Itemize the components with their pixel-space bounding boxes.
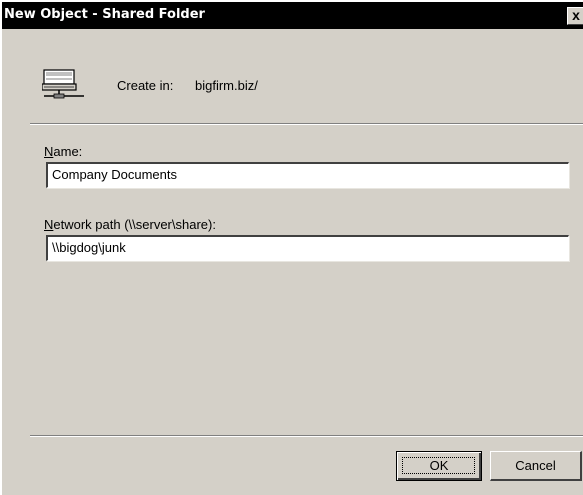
- name-label-text: ame:: [53, 144, 83, 159]
- network-path-input[interactable]: \\bigdog\junk: [46, 235, 569, 261]
- network-server-icon: [42, 69, 84, 99]
- window-title: New Object - Shared Folder: [4, 7, 205, 22]
- create-in-label: Create in:: [117, 78, 174, 93]
- name-input[interactable]: Company Documents: [46, 162, 569, 188]
- ok-button-label: OK: [429, 458, 449, 473]
- ok-button[interactable]: OK: [396, 451, 482, 481]
- name-label: Name:: [44, 144, 82, 159]
- cancel-button[interactable]: Cancel: [490, 451, 582, 481]
- create-in-path: bigfirm.biz/: [195, 78, 258, 93]
- network-path-label: Network path (\\server\share):: [44, 217, 216, 232]
- separator-top: [30, 123, 583, 125]
- separator-bottom: [30, 435, 583, 437]
- name-label-mnemonic: N: [44, 144, 54, 159]
- network-path-label-mnemonic: N: [44, 217, 54, 232]
- title-bar[interactable]: New Object - Shared Folder x: [2, 2, 583, 29]
- new-object-dialog: New Object - Shared Folder x Create in: …: [0, 0, 583, 495]
- close-button[interactable]: x: [567, 7, 583, 25]
- network-path-label-text: etwork path (\\server\share):: [53, 217, 216, 232]
